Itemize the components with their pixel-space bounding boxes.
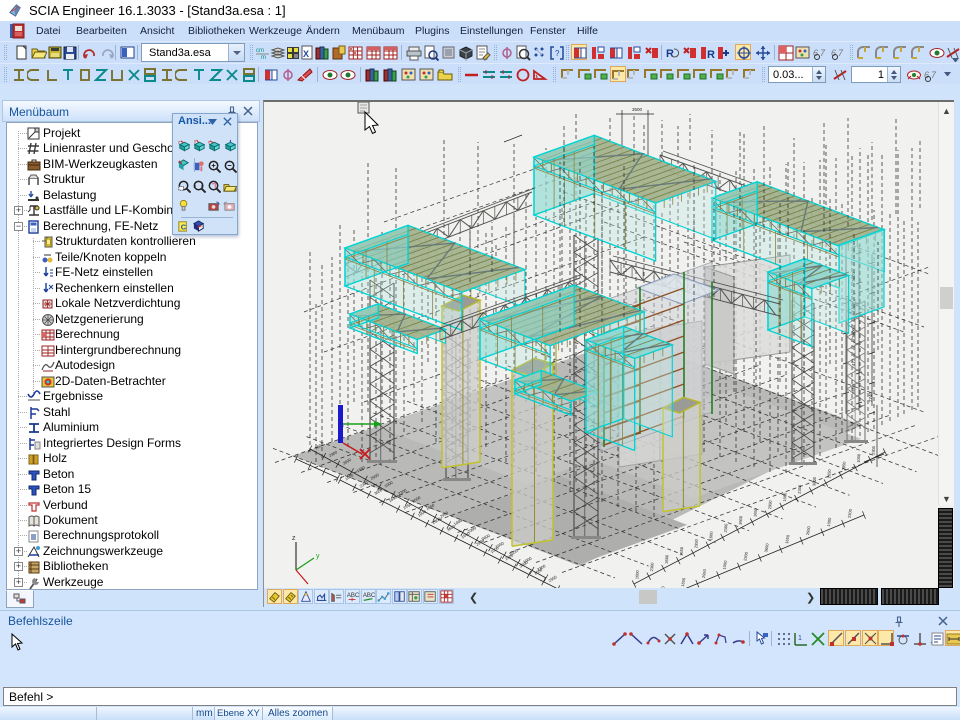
svg-text:2950: 2950 bbox=[841, 461, 847, 471]
svg-text:C: C bbox=[181, 222, 187, 231]
svg-text:6: 6 bbox=[924, 70, 929, 80]
svg-text:2950: 2950 bbox=[767, 499, 773, 509]
svg-text:1: 1 bbox=[798, 635, 802, 642]
svg-text:cm: cm bbox=[256, 48, 264, 54]
svg-text:1650: 1650 bbox=[679, 546, 685, 556]
svg-text:2300: 2300 bbox=[797, 484, 803, 494]
svg-text:ABC: ABC bbox=[362, 593, 374, 599]
svg-text:z: z bbox=[292, 535, 296, 542]
svg-text:7: 7 bbox=[931, 70, 937, 80]
svg-text:ABC: ABC bbox=[347, 593, 359, 599]
svg-text:1650: 1650 bbox=[752, 507, 758, 517]
svg-text:7: 7 bbox=[838, 48, 844, 58]
svg-text:R: R bbox=[666, 48, 674, 60]
svg-text:7: 7 bbox=[820, 48, 826, 58]
svg-text:2300: 2300 bbox=[871, 445, 877, 455]
svg-text:2740: 2740 bbox=[868, 391, 873, 402]
svg-text:3600: 3600 bbox=[738, 515, 744, 525]
svg-text:2300: 2300 bbox=[723, 523, 729, 533]
svg-text:2950: 2950 bbox=[693, 538, 699, 548]
svg-text:1650: 1650 bbox=[826, 468, 832, 478]
svg-text:1000: 1000 bbox=[782, 492, 788, 502]
svg-text:R: R bbox=[707, 49, 715, 61]
svg-text:y: y bbox=[316, 553, 320, 560]
svg-text:6: 6 bbox=[831, 48, 836, 58]
svg-text:m: m bbox=[261, 55, 266, 61]
svg-text:X: X bbox=[303, 49, 309, 59]
svg-text:6: 6 bbox=[813, 48, 818, 58]
svg-text:?: ? bbox=[555, 49, 560, 58]
svg-text:1000: 1000 bbox=[708, 530, 714, 540]
svg-text:3600: 3600 bbox=[811, 476, 817, 486]
svg-text:3600: 3600 bbox=[664, 554, 670, 564]
svg-text:2300: 2300 bbox=[649, 562, 655, 572]
svg-text:y: y bbox=[194, 139, 197, 144]
svg-text:3500: 3500 bbox=[632, 107, 643, 112]
svg-text:1000: 1000 bbox=[634, 569, 640, 579]
svg-text:1000: 1000 bbox=[856, 453, 862, 463]
